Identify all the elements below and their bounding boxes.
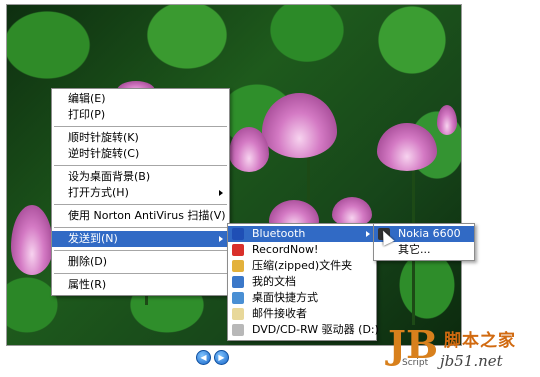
menu-item-label: 顺时针旋转(K) — [68, 131, 139, 144]
menu-item[interactable]: 设为桌面背景(B) — [52, 169, 229, 185]
menu-item-label: RecordNow! — [252, 243, 319, 256]
menu-item[interactable]: 属性(R) — [52, 277, 229, 293]
submenu-arrow-icon — [366, 231, 370, 237]
menu-item[interactable]: 逆时针旋转(C) — [52, 146, 229, 162]
menu-separator — [54, 126, 227, 127]
menu-item-label: 打开方式(H) — [68, 186, 129, 199]
menu-item-label: 邮件接收者 — [252, 307, 307, 320]
menu-item[interactable]: 删除(D) — [52, 254, 229, 270]
image-context-menu: 编辑(E) 打印(P) 顺时针旋转(K) 逆时针旋转(C) 设为桌面背景(B) 打开方式(… — [51, 88, 230, 296]
my-documents-icon — [232, 276, 244, 288]
menu-item-label: 压缩(zipped)文件夹 — [252, 259, 353, 272]
menu-separator — [54, 227, 227, 228]
menu-item-label: 发送到(N) — [68, 232, 118, 245]
next-image-button[interactable]: ▶ — [214, 350, 229, 365]
menu-item-label: 编辑(E) — [68, 92, 106, 105]
menu-item-label: Bluetooth — [252, 227, 306, 240]
menu-separator — [54, 273, 227, 274]
recordnow-icon — [232, 244, 244, 256]
lotus-flower — [229, 127, 269, 172]
submenu-arrow-icon — [219, 236, 223, 242]
send-to-submenu: Bluetooth RecordNow! 压缩(zipped)文件夹 我的文档桌面快捷… — [227, 223, 379, 341]
menu-item[interactable]: 打开方式(H) — [52, 185, 229, 201]
watermark-site-url: jb51.net — [440, 352, 503, 370]
menu-item[interactable]: Bluetooth — [228, 226, 376, 242]
menu-item[interactable]: RecordNow! — [228, 242, 376, 258]
menu-item-label: 我的文档 — [252, 275, 296, 288]
menu-item[interactable]: 其它... — [374, 242, 474, 258]
menu-item[interactable]: DVD/CD-RW 驱动器 (D:) — [228, 322, 379, 338]
mail-recipient-icon — [232, 308, 244, 320]
menu-item[interactable]: 发送到(N) — [52, 231, 229, 247]
submenu-arrow-icon — [219, 190, 223, 196]
menu-separator — [54, 250, 227, 251]
menu-item[interactable]: 压缩(zipped)文件夹 — [228, 258, 376, 274]
previous-image-button[interactable]: ◀ — [196, 350, 211, 365]
menu-separator — [54, 165, 227, 166]
menu-item[interactable]: 我的文档 — [228, 274, 376, 290]
menu-separator — [54, 204, 227, 205]
menu-item[interactable]: 邮件接收者 — [228, 306, 376, 322]
menu-item[interactable]: 编辑(E) — [52, 91, 229, 107]
menu-item[interactable]: 桌面快捷方式 — [228, 290, 376, 306]
lotus-flower — [377, 123, 437, 171]
menu-item-label: Nokia 6600 — [398, 227, 461, 240]
menu-item[interactable]: 顺时针旋转(K) — [52, 130, 229, 146]
menu-item-label: 删除(D) — [68, 255, 108, 268]
menu-item-label: 打印(P) — [68, 108, 106, 121]
lotus-flower — [262, 93, 337, 158]
watermark-site-name: 脚本之家 — [444, 331, 516, 351]
menu-item-label: 属性(R) — [68, 278, 107, 291]
menu-item-label: 桌面快捷方式 — [252, 291, 318, 304]
zip-folder-icon — [232, 260, 244, 272]
menu-item-label: 其它... — [398, 243, 431, 256]
jb51-logo: JB Script — [388, 322, 440, 372]
desktop-shortcut-icon — [232, 292, 244, 304]
menu-item[interactable]: 打印(P) — [52, 107, 229, 123]
menu-item[interactable]: 使用 Norton AntiVirus 扫描(V) — [52, 208, 229, 224]
menu-item-label: 逆时针旋转(C) — [68, 147, 140, 160]
lotus-flower — [437, 105, 457, 135]
logo-script-text: Script — [402, 358, 429, 368]
menu-item-label: DVD/CD-RW 驱动器 (D:) — [252, 323, 379, 336]
lotus-flower — [11, 205, 53, 275]
menu-item-label: 使用 Norton AntiVirus 扫描(V) — [68, 209, 226, 222]
cd-drive-icon — [232, 324, 244, 336]
menu-item-label: 设为桌面背景(B) — [68, 170, 151, 183]
bluetooth-icon — [232, 228, 244, 240]
